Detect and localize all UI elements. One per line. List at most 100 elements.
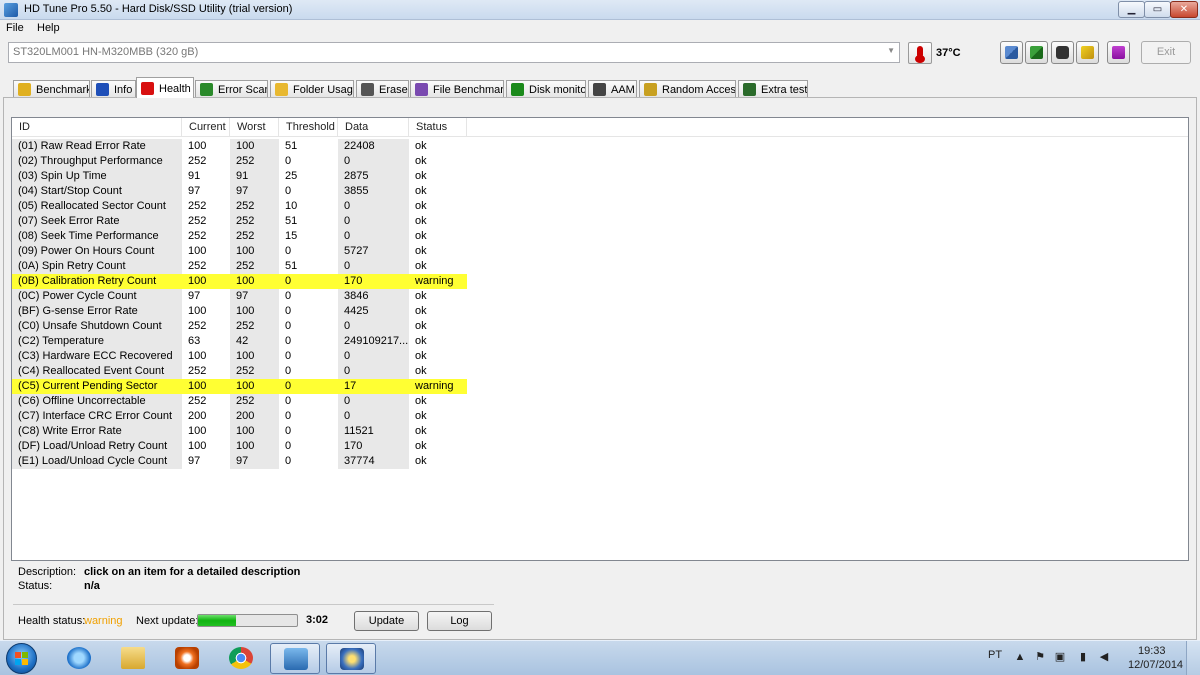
tray-app-icon[interactable]: ▣ — [1054, 651, 1066, 663]
volume-icon[interactable]: ◀ — [1098, 651, 1110, 663]
status-label: Status: — [18, 580, 53, 592]
table-row[interactable]: (C8) Write Error Rate 100 100 0 11521 ok — [12, 424, 467, 439]
tab-folder-usage[interactable]: Folder Usage — [270, 80, 354, 98]
copy-info-button[interactable] — [1000, 41, 1023, 64]
cell-status: warning — [415, 275, 454, 287]
column-current[interactable]: Current — [182, 118, 230, 137]
action-center-flag-icon[interactable]: ⚑ — [1034, 651, 1046, 663]
table-row[interactable]: (07) Seek Error Rate 252 252 51 0 ok — [12, 214, 467, 229]
cell-id: (07) Seek Error Rate — [12, 214, 182, 229]
save-button[interactable] — [1107, 41, 1130, 64]
column-status[interactable]: Status — [409, 118, 467, 137]
show-desktop-button[interactable] — [1186, 641, 1200, 675]
log-button[interactable]: Log — [427, 611, 492, 631]
table-row[interactable]: (C3) Hardware ECC Recovered 100 100 0 0 ok — [12, 349, 467, 364]
cell-current: 252 — [188, 155, 207, 167]
table-row[interactable]: (BF) G-sense Error Rate 100 100 0 4425 ok — [12, 304, 467, 319]
table-row[interactable]: (02) Throughput Performance 252 252 0 0 ok — [12, 154, 467, 169]
speaker-icon — [593, 83, 606, 96]
column-data[interactable]: Data — [338, 118, 409, 137]
start-button[interactable] — [6, 643, 37, 674]
taskbar-file-explorer[interactable] — [108, 643, 158, 674]
network-signal-icon[interactable]: ▮ — [1077, 651, 1089, 663]
table-row[interactable]: (C7) Interface CRC Error Count 200 200 0 0 ok — [12, 409, 467, 424]
clock-time[interactable]: 19:33 — [1138, 645, 1166, 657]
taskbar-hdtune[interactable] — [326, 643, 376, 674]
language-indicator[interactable]: PT — [988, 649, 1002, 661]
table-row[interactable]: (C4) Reallocated Event Count 252 252 0 0 ok — [12, 364, 467, 379]
tab-disk-monitor[interactable]: Disk monitor — [506, 80, 586, 98]
table-row[interactable]: (C5) Current Pending Sector 100 100 0 17 warn… — [12, 379, 467, 394]
table-row[interactable]: (04) Start/Stop Count 97 97 0 3855 ok — [12, 184, 467, 199]
taskbar-media-player[interactable] — [162, 643, 212, 674]
cell-id: (C6) Offline Uncorrectable — [12, 394, 182, 409]
cell-data: 5727 — [338, 244, 409, 259]
table-row[interactable]: (C2) Temperature 63 42 0 249109217... ok — [12, 334, 467, 349]
cell-data: 17 — [344, 380, 357, 392]
tab-health[interactable]: Health — [136, 77, 194, 98]
tab-erase[interactable]: Erase — [356, 80, 409, 98]
clock-date[interactable]: 12/07/2014 — [1128, 659, 1183, 671]
column-threshold[interactable]: Threshold — [279, 118, 338, 137]
maximize-button[interactable]: ▭ — [1144, 1, 1171, 18]
table-row[interactable]: (DF) Load/Unload Retry Count 100 100 0 170 ok — [12, 439, 467, 454]
tab-benchmark[interactable]: Benchmark — [13, 80, 90, 98]
table-row[interactable]: (0A) Spin Retry Count 252 252 51 0 ok — [12, 259, 467, 274]
tab-label: Error Scan — [218, 84, 268, 96]
screenshot-button[interactable] — [1051, 41, 1074, 64]
cell-data: 11521 — [338, 424, 409, 439]
table-row[interactable]: (0C) Power Cycle Count 97 97 0 3846 ok — [12, 289, 467, 304]
menu-file[interactable]: File — [6, 22, 24, 34]
cell-status: ok — [415, 350, 427, 362]
cell-data: 0 — [338, 319, 409, 334]
cell-status: ok — [415, 200, 427, 212]
chevron-down-icon[interactable]: ▼ — [887, 46, 895, 55]
tab-extra-tests[interactable]: Extra tests — [738, 80, 808, 98]
table-row[interactable]: (08) Seek Time Performance 252 252 15 0 ok — [12, 229, 467, 244]
tab-error-scan[interactable]: Error Scan — [195, 80, 268, 98]
tab-label: Disk monitor — [529, 84, 586, 96]
tab-random-access[interactable]: Random Access — [639, 80, 736, 98]
next-update-label: Next update: — [136, 615, 199, 627]
table-row[interactable]: (0B) Calibration Retry Count 100 100 0 170 wa… — [12, 274, 467, 289]
tab-label: File Benchmark — [433, 84, 504, 96]
tab-file-benchmark[interactable]: File Benchmark — [410, 80, 504, 98]
table-row[interactable]: (E1) Load/Unload Cycle Count 97 97 0 37774 ok — [12, 454, 467, 469]
column-id[interactable]: ID — [12, 118, 182, 137]
table-row[interactable]: (03) Spin Up Time 91 91 25 2875 ok — [12, 169, 467, 184]
cell-threshold: 10 — [285, 200, 298, 212]
table-row[interactable]: (01) Raw Read Error Rate 100 100 51 22408 ok — [12, 139, 467, 154]
cell-status: ok — [415, 410, 427, 422]
cell-worst: 200 — [230, 409, 279, 424]
cell-current: 100 — [188, 440, 207, 452]
update-button[interactable]: Update — [354, 611, 419, 631]
tab-info[interactable]: Info — [91, 80, 136, 98]
exit-button[interactable]: Exit — [1141, 41, 1191, 64]
table-row[interactable]: (05) Reallocated Sector Count 252 252 10 0 ok — [12, 199, 467, 214]
cell-worst: 100 — [236, 275, 255, 287]
cell-id: (02) Throughput Performance — [12, 154, 182, 169]
tab-aam[interactable]: AAM — [588, 80, 637, 98]
smart-table[interactable]: ID Current Worst Threshold Data Status (… — [11, 117, 1189, 561]
cell-id: (C8) Write Error Rate — [12, 424, 182, 439]
taskbar-internet-explorer[interactable] — [54, 643, 104, 674]
table-row[interactable]: (09) Power On Hours Count 100 100 0 5727 ok — [12, 244, 467, 259]
close-button[interactable]: ✕ — [1170, 1, 1198, 18]
cell-current: 100 — [188, 350, 207, 362]
drive-select[interactable]: ST320LM001 HN-M320MBB (320 gB) ▼ — [8, 42, 900, 63]
menu-help[interactable]: Help — [37, 22, 60, 34]
extra-tests-icon — [743, 83, 756, 96]
taskbar-network-app[interactable] — [270, 643, 320, 674]
cell-worst: 97 — [230, 184, 279, 199]
cell-data: 0 — [338, 409, 409, 424]
options-button[interactable] — [1076, 41, 1099, 64]
column-worst[interactable]: Worst — [230, 118, 279, 137]
minimize-button[interactable]: ▁ — [1118, 1, 1145, 18]
cell-data: 170 — [344, 275, 363, 287]
taskbar-chrome[interactable] — [216, 643, 266, 674]
tab-label: Erase — [379, 84, 408, 96]
copy-chart-button[interactable] — [1025, 41, 1048, 64]
table-row[interactable]: (C6) Offline Uncorrectable 252 252 0 0 ok — [12, 394, 467, 409]
table-row[interactable]: (C0) Unsafe Shutdown Count 252 252 0 0 ok — [12, 319, 467, 334]
tray-expand-icon[interactable]: ▲ — [1014, 651, 1026, 663]
